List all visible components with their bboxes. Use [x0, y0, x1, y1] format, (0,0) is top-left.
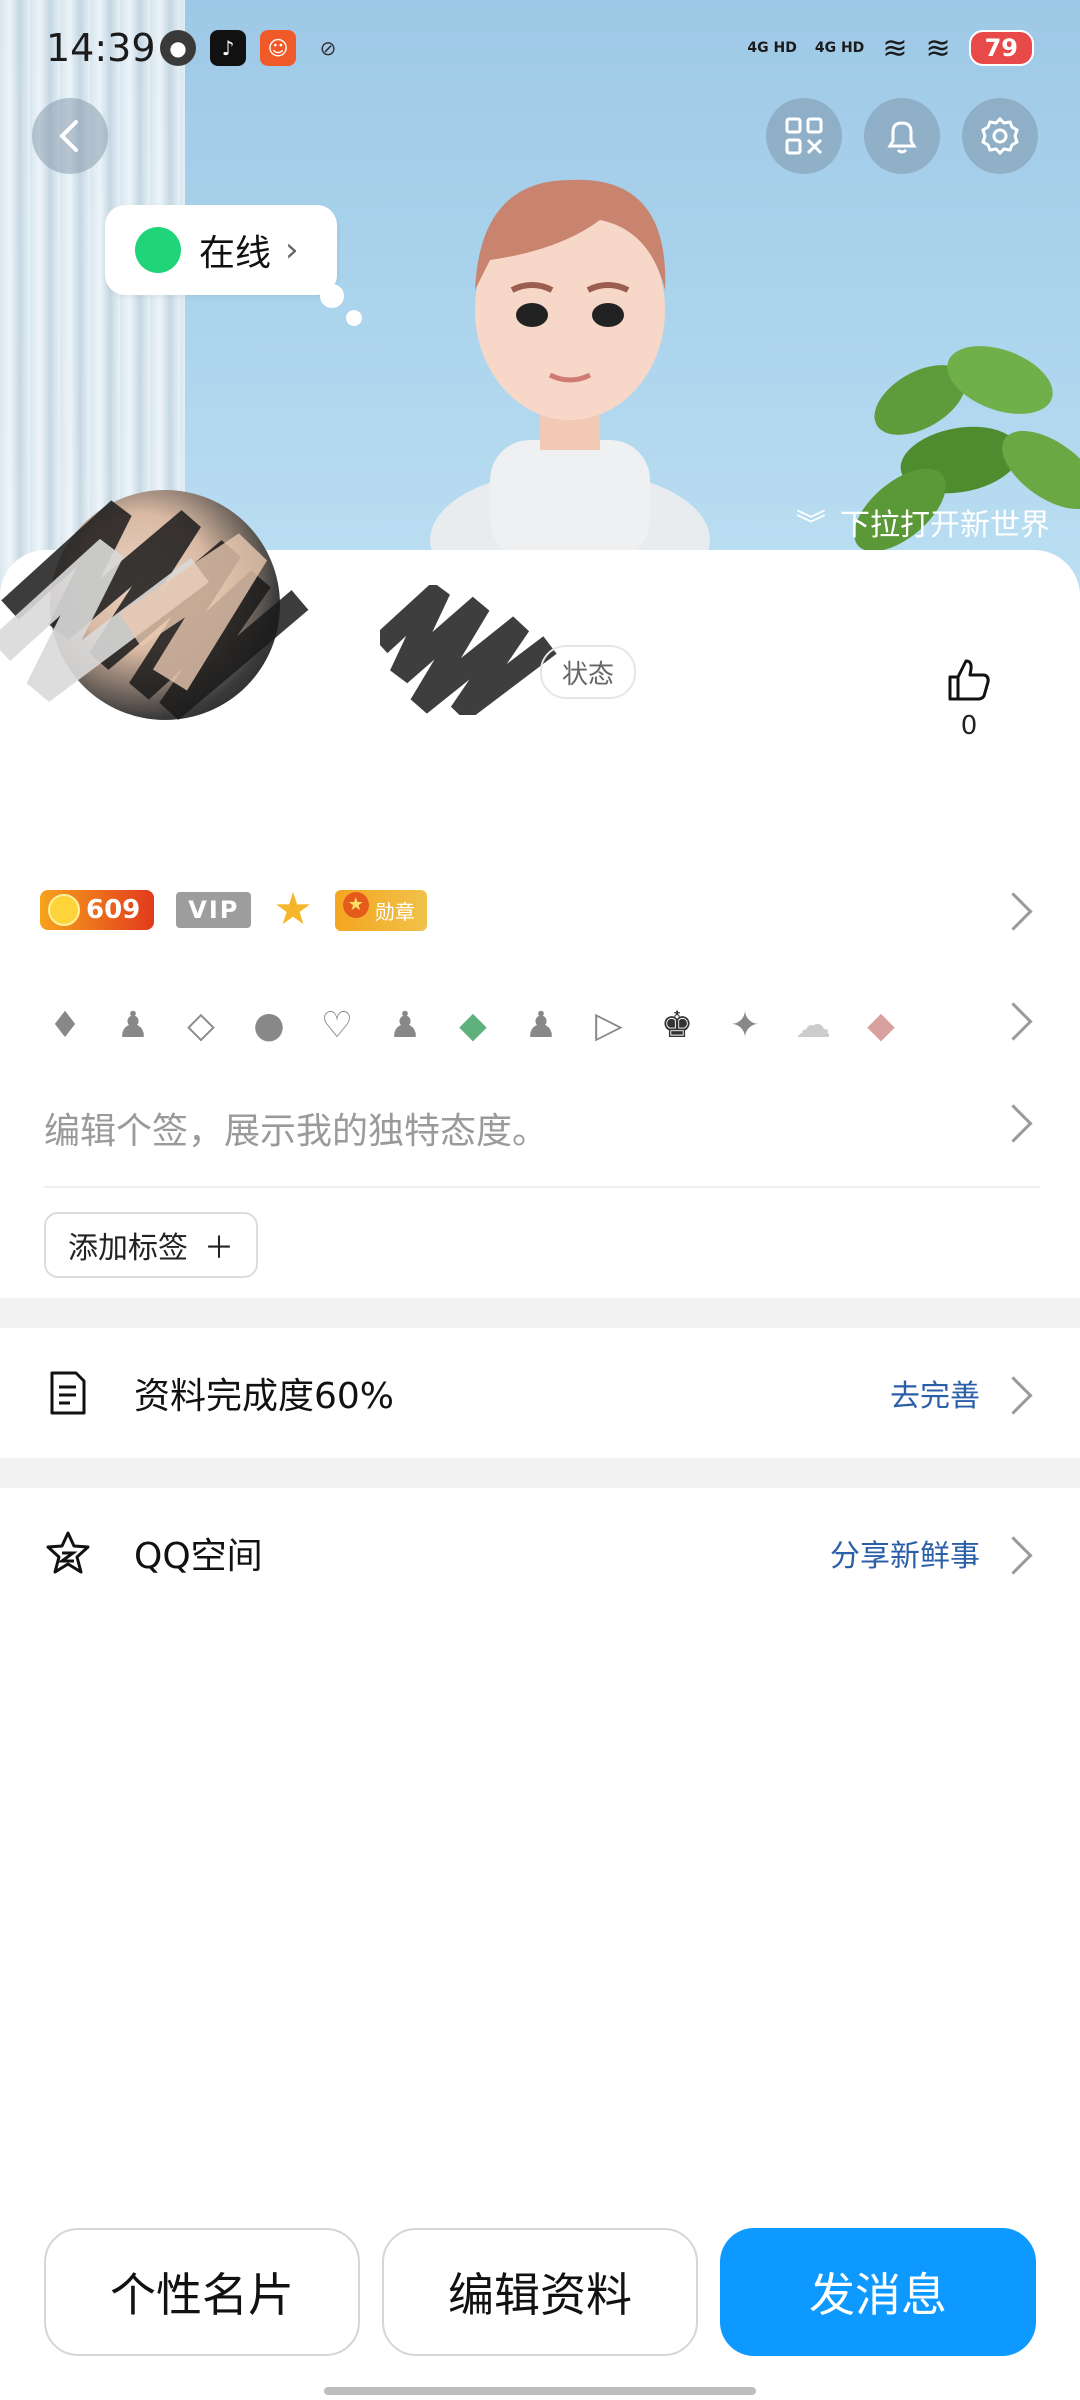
back-button[interactable] — [32, 98, 108, 174]
add-tag-label: 添加标签 — [68, 1231, 188, 1266]
status-bar: 14:39 ● ♪ ☺ ⊘ 4G HD 4G HD ≋ ≋ 79 — [0, 0, 1080, 100]
send-message-button[interactable]: 发消息 — [720, 2228, 1036, 2356]
redaction-scribble — [380, 585, 557, 715]
qzone-star-icon — [44, 1529, 92, 1577]
status-time: 14:39 — [46, 26, 156, 70]
medal-badge[interactable]: 勋章 — [334, 889, 427, 931]
pull-down-hint[interactable]: ︾ 下拉打开新世界 — [796, 500, 1050, 544]
penguin-icon: ♟ — [388, 1004, 422, 1046]
document-icon — [44, 1369, 92, 1417]
status-chip[interactable]: 状态 — [540, 645, 637, 699]
bell-icon — [887, 121, 917, 154]
online-status-text: 在线 — [199, 233, 272, 274]
signature-input[interactable]: 编辑个签，展示我的独特态度。 — [44, 1102, 548, 1154]
penguin-crown-icon: ♟ — [116, 1004, 150, 1046]
settings-button[interactable] — [962, 98, 1038, 174]
wifi-icon-2: ≋ — [925, 30, 951, 66]
play-icon: ▷ — [595, 1004, 623, 1046]
status-right: 4G HD 4G HD ≋ ≋ 79 — [747, 30, 1034, 66]
bomb-icon: ● — [253, 1004, 285, 1046]
heart-icon: ♡ — [320, 1004, 354, 1046]
thumbs-up-icon — [948, 659, 990, 701]
battery-indicator: 79 — [968, 30, 1034, 66]
cloud-icon: ☁ — [795, 1004, 831, 1046]
redaction-scribble — [0, 500, 309, 720]
completion-label: 资料完成度60% — [134, 1376, 395, 1417]
qr-code-button[interactable] — [766, 98, 842, 174]
level-badge[interactable]: 609 — [40, 890, 155, 930]
like-button[interactable]: 0 — [944, 655, 994, 741]
chevron-right-icon — [994, 1536, 1033, 1575]
wifi-icon: ≋ — [882, 30, 908, 66]
star-icon[interactable]: ★ — [273, 888, 312, 932]
bubble-tail — [346, 310, 362, 326]
plus-icon: ＋ — [204, 1231, 234, 1266]
notifications-button[interactable] — [864, 98, 940, 174]
message-notification-icon: ● — [160, 30, 196, 66]
personal-card-button[interactable]: 个性名片 — [44, 2228, 360, 2356]
penguin-icon: ♟ — [524, 1004, 558, 1046]
complete-profile-link[interactable]: 去完善 — [890, 1371, 980, 1415]
achievement-icons-row[interactable]: ♦ ♟ ◇ ● ♡ ♟ ◆ ♟ ▷ ♚ ✦ ☁ ◆ — [40, 990, 940, 1060]
vip-badge[interactable]: VIP — [176, 892, 252, 928]
crown-gray-icon: ♦ — [48, 1004, 82, 1046]
qr-code-icon — [785, 117, 823, 155]
home-indicator[interactable] — [324, 2387, 756, 2395]
link-icon: ⊘ — [319, 36, 337, 60]
share-news-link[interactable]: 分享新鲜事 — [830, 1531, 980, 1575]
settings-icon — [981, 116, 1019, 156]
signal-2: 4G HD — [814, 40, 865, 56]
online-dot-icon — [135, 227, 181, 273]
badges-row[interactable]: 609 VIP ★ 勋章 — [40, 880, 1040, 940]
chevron-down-icon: ︾ — [796, 508, 826, 543]
like-count: 0 — [960, 711, 978, 741]
pull-hint-text: 下拉打开新世界 — [840, 508, 1050, 543]
app-icon: ☺ — [260, 30, 296, 66]
notification-icons: ● ♪ ☺ ⊘ — [160, 30, 346, 66]
chevron-right-icon: › — [285, 230, 299, 270]
chevron-right-icon — [994, 1376, 1033, 1415]
profile-completion-row[interactable]: 资料完成度60% 去完善 — [0, 1328, 1080, 1458]
chevron-right-icon — [994, 1002, 1033, 1041]
signal-1: 4G HD — [747, 40, 797, 56]
gem-icon: ◆ — [459, 1004, 487, 1046]
chevron-right-icon — [994, 1104, 1033, 1143]
diamond-icon: ◇ — [187, 1004, 215, 1046]
edit-profile-button[interactable]: 编辑资料 — [382, 2228, 698, 2356]
back-icon — [59, 120, 78, 152]
qzone-row[interactable]: QQ空间 分享新鲜事 — [0, 1488, 1080, 1618]
section-separator — [0, 1458, 1080, 1488]
bubble-tail — [320, 284, 344, 308]
add-tag-button[interactable]: 添加标签 ＋ — [44, 1212, 258, 1278]
profile-card: 状态 0 609 VIP ★ 勋章 ♦ ♟ ◇ ● ♡ ♟ ◆ ♟ ▷ ♚ ✦ … — [0, 490, 1080, 2400]
crystal-icon: ✦ — [729, 1004, 761, 1046]
qzone-label: QQ空间 — [134, 1536, 263, 1577]
divider — [44, 1186, 1040, 1188]
online-status-bubble[interactable]: 在线 › — [105, 205, 337, 295]
coin-icon — [48, 894, 80, 926]
section-separator — [0, 1298, 1080, 1328]
tiktok-icon: ♪ — [210, 30, 246, 66]
pink-diamond-icon: ◆ — [867, 1004, 895, 1046]
level-value: 609 — [86, 895, 141, 925]
avatar-3d-figure[interactable] — [420, 140, 720, 570]
penguin-crown-dark-icon: ♚ — [660, 1004, 694, 1046]
